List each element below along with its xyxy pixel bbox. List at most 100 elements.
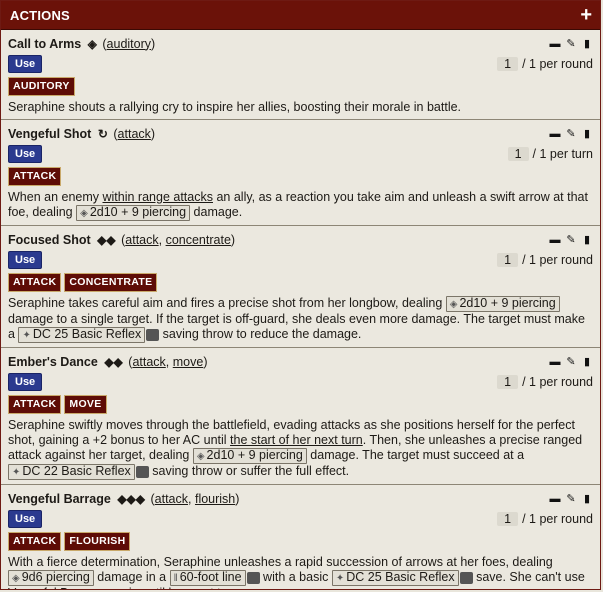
chat-icon[interactable]: ▬ bbox=[549, 128, 561, 140]
action-description: Seraphine takes careful aim and fires a … bbox=[8, 296, 593, 343]
use-button[interactable]: Use bbox=[8, 54, 43, 73]
uses-frequency: / 1 per round bbox=[522, 511, 593, 526]
post-save-icon[interactable] bbox=[135, 465, 149, 478]
action-name: Focused Shot bbox=[8, 232, 91, 247]
add-action-button[interactable]: + bbox=[580, 5, 592, 25]
desc-text: damage. bbox=[190, 205, 243, 219]
action-description: With a fierce determination, Seraphine u… bbox=[8, 555, 593, 589]
edit-icon[interactable]: ✎ bbox=[565, 234, 577, 246]
trash-icon[interactable]: ▮ bbox=[581, 128, 593, 140]
uses-frequency: / 1 per round bbox=[522, 56, 593, 71]
runner-icon: ✦ bbox=[22, 330, 31, 341]
uses-count[interactable]: 1 bbox=[497, 374, 519, 389]
panel-header: ACTIONS + bbox=[1, 1, 600, 30]
action-embers-dance: Ember's Dance ◆◆ (attack, move) ▬ ✎ ▮ Us… bbox=[1, 348, 600, 485]
damage-roll[interactable]: ◈ 9d6 piercing bbox=[8, 570, 94, 586]
trash-icon[interactable]: ▮ bbox=[581, 234, 593, 246]
desc-text: saving throw or suffer the full effect. bbox=[148, 464, 350, 478]
damage-text: 2d10 + 9 piercing bbox=[459, 296, 556, 310]
trait-badge[interactable]: CONCENTRATE bbox=[64, 273, 158, 292]
duration-link[interactable]: the start of her next turn bbox=[230, 433, 363, 447]
action-name: Call to Arms bbox=[8, 36, 82, 51]
damage-text: 9d6 piercing bbox=[21, 570, 90, 584]
save-text: DC 25 Basic Reflex bbox=[32, 327, 142, 341]
trait-badge[interactable]: ATTACK bbox=[8, 273, 62, 292]
desc-text: damage. The target must succeed at a bbox=[306, 448, 525, 462]
panel-title: ACTIONS bbox=[10, 7, 70, 23]
trait-badge[interactable]: AUDITORY bbox=[8, 77, 75, 96]
post-area-icon[interactable] bbox=[246, 571, 260, 584]
range-link[interactable]: within range attacks bbox=[103, 190, 213, 204]
two-action-icon: ◆◆ bbox=[104, 354, 123, 369]
area-template[interactable]: ‖ 60-foot line bbox=[169, 570, 246, 586]
action-description: Seraphine shouts a rallying cry to inspi… bbox=[8, 100, 462, 114]
action-focused-shot: Focused Shot ◆◆ (attack, concentrate) ▬ … bbox=[1, 226, 600, 348]
trait-badge[interactable]: ATTACK bbox=[8, 395, 62, 414]
reaction-icon: ↻ bbox=[97, 126, 108, 141]
trait-badge[interactable]: ATTACK bbox=[8, 532, 62, 551]
uses-count[interactable]: 1 bbox=[507, 146, 529, 161]
tag-link[interactable]: auditory bbox=[107, 37, 151, 51]
chat-icon[interactable]: ▬ bbox=[549, 356, 561, 368]
desc-text: damage in a bbox=[93, 570, 170, 584]
desc-text: When an enemy bbox=[8, 190, 103, 204]
desc-text: saving throw to reduce the damage. bbox=[159, 327, 362, 341]
use-button[interactable]: Use bbox=[8, 144, 43, 163]
edit-icon[interactable]: ✎ bbox=[565, 356, 577, 368]
action-vengeful-shot: Vengeful Shot ↻ (attack) ▬ ✎ ▮ Use 1/ 1 … bbox=[1, 120, 600, 226]
area-text: 60-foot line bbox=[179, 570, 242, 584]
save-check[interactable]: ✦ DC 25 Basic Reflex bbox=[331, 570, 459, 586]
tag-link[interactable]: attack bbox=[155, 492, 188, 506]
free-action-icon: ◈ bbox=[87, 36, 97, 51]
action-call-to-arms: Call to Arms ◈ (auditory) ▬ ✎ ▮ Use 1/ 1… bbox=[1, 30, 600, 120]
runner-icon: ✦ bbox=[335, 573, 345, 584]
two-action-icon: ◆◆ bbox=[97, 232, 116, 247]
tag-link[interactable]: attack bbox=[125, 233, 158, 247]
dice-icon: ◈ bbox=[449, 299, 458, 310]
tag-link[interactable]: flourish bbox=[195, 492, 235, 506]
uses-frequency: / 1 per round bbox=[522, 252, 593, 267]
edit-icon[interactable]: ✎ bbox=[565, 128, 577, 140]
trait-badge[interactable]: ATTACK bbox=[8, 167, 62, 186]
trash-icon[interactable]: ▮ bbox=[581, 38, 593, 50]
damage-roll[interactable]: ◈ 2d10 + 9 piercing bbox=[192, 448, 307, 464]
chat-icon[interactable]: ▬ bbox=[549, 38, 561, 50]
action-name: Ember's Dance bbox=[8, 354, 98, 369]
three-action-icon: ◆◆◆ bbox=[117, 491, 145, 506]
tag-link[interactable]: attack bbox=[118, 127, 151, 141]
use-button[interactable]: Use bbox=[8, 250, 43, 269]
uses-count[interactable]: 1 bbox=[497, 56, 519, 71]
runner-icon: ✦ bbox=[12, 467, 21, 478]
uses-count[interactable]: 1 bbox=[497, 511, 519, 526]
save-check[interactable]: ✦ DC 22 Basic Reflex bbox=[8, 464, 135, 480]
uses-frequency: / 1 per turn bbox=[532, 146, 593, 161]
trait-badge[interactable]: FLOURISH bbox=[64, 532, 131, 551]
edit-icon[interactable]: ✎ bbox=[565, 493, 577, 505]
chat-icon[interactable]: ▬ bbox=[549, 493, 561, 505]
trait-badge[interactable]: MOVE bbox=[64, 395, 107, 414]
chat-icon[interactable]: ▬ bbox=[549, 234, 561, 246]
post-save-icon[interactable] bbox=[146, 328, 160, 341]
save-text: DC 22 Basic Reflex bbox=[22, 464, 131, 478]
post-save-icon[interactable] bbox=[459, 571, 473, 584]
tag-link[interactable]: concentrate bbox=[166, 233, 231, 247]
damage-roll[interactable]: ◈ 2d10 + 9 piercing bbox=[76, 205, 191, 221]
trash-icon[interactable]: ▮ bbox=[581, 493, 593, 505]
save-check[interactable]: ✦ DC 25 Basic Reflex bbox=[18, 327, 146, 343]
tag-link[interactable]: attack bbox=[132, 355, 165, 369]
uses-count[interactable]: 1 bbox=[497, 252, 519, 267]
desc-text: Seraphine takes careful aim and fires a … bbox=[8, 296, 446, 310]
dice-icon: ◈ bbox=[12, 573, 20, 584]
action-description: When an enemy within range attacks an al… bbox=[8, 190, 593, 221]
damage-text: 2d10 + 9 piercing bbox=[89, 205, 187, 219]
tag-link[interactable]: move bbox=[173, 355, 204, 369]
action-description: Seraphine swiftly moves through the batt… bbox=[8, 418, 593, 480]
trash-icon[interactable]: ▮ bbox=[581, 356, 593, 368]
use-button[interactable]: Use bbox=[8, 372, 43, 391]
use-button[interactable]: Use bbox=[8, 509, 43, 528]
save-text: DC 25 Basic Reflex bbox=[346, 570, 455, 584]
action-vengeful-barrage: Vengeful Barrage ◆◆◆ (attack, flourish) … bbox=[1, 485, 600, 589]
actions-panel: ACTIONS + Call to Arms ◈ (auditory) ▬ ✎ … bbox=[0, 0, 601, 590]
edit-icon[interactable]: ✎ bbox=[565, 38, 577, 50]
damage-roll[interactable]: ◈ 2d10 + 9 piercing bbox=[445, 296, 560, 312]
